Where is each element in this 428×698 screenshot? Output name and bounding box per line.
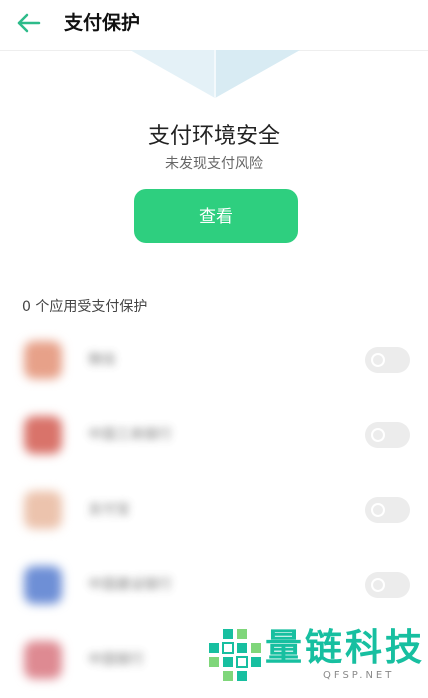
- app-icon: [24, 416, 62, 454]
- app-name: 微信: [88, 352, 116, 368]
- app-icon: [24, 641, 62, 679]
- protection-toggle[interactable]: [365, 572, 410, 598]
- toggle-knob: [371, 578, 385, 592]
- arrow-left-icon: [17, 13, 41, 33]
- watermark: 量链科技 QFSP.NET: [205, 624, 428, 686]
- view-button[interactable]: 查看: [134, 189, 298, 243]
- app-icon: [24, 566, 62, 604]
- app-icon: [24, 491, 62, 529]
- page-title: 支付保护: [64, 12, 141, 34]
- app-name: 中国银行: [88, 652, 144, 668]
- protection-toggle[interactable]: [365, 347, 410, 373]
- protection-toggle[interactable]: [365, 497, 410, 523]
- watermark-text: 量链科技: [265, 626, 425, 669]
- protection-toggle[interactable]: [365, 422, 410, 448]
- app-icon: [24, 341, 62, 379]
- watermark-subtext: QFSP.NET: [323, 670, 395, 681]
- back-button[interactable]: [14, 10, 44, 36]
- status-subtitle: 未发现支付风险: [165, 156, 263, 172]
- app-name: 中国建设银行: [88, 577, 172, 593]
- app-name: 支付宝: [88, 502, 130, 518]
- shield-illustration: [130, 50, 300, 98]
- list-item: 支付宝: [0, 473, 428, 548]
- toggle-knob: [371, 428, 385, 442]
- protected-app-count: 0 个应用受支付保护: [22, 299, 148, 315]
- list-item: 中国工商银行: [0, 398, 428, 473]
- watermark-logo-icon: [209, 629, 261, 681]
- status-title: 支付环境安全: [147, 124, 280, 149]
- toggle-knob: [371, 353, 385, 367]
- app-name: 中国工商银行: [88, 427, 172, 443]
- list-item: 中国建设银行: [0, 548, 428, 623]
- app-header: 支付保护: [0, 0, 428, 51]
- list-item: 微信: [0, 323, 428, 398]
- toggle-knob: [371, 503, 385, 517]
